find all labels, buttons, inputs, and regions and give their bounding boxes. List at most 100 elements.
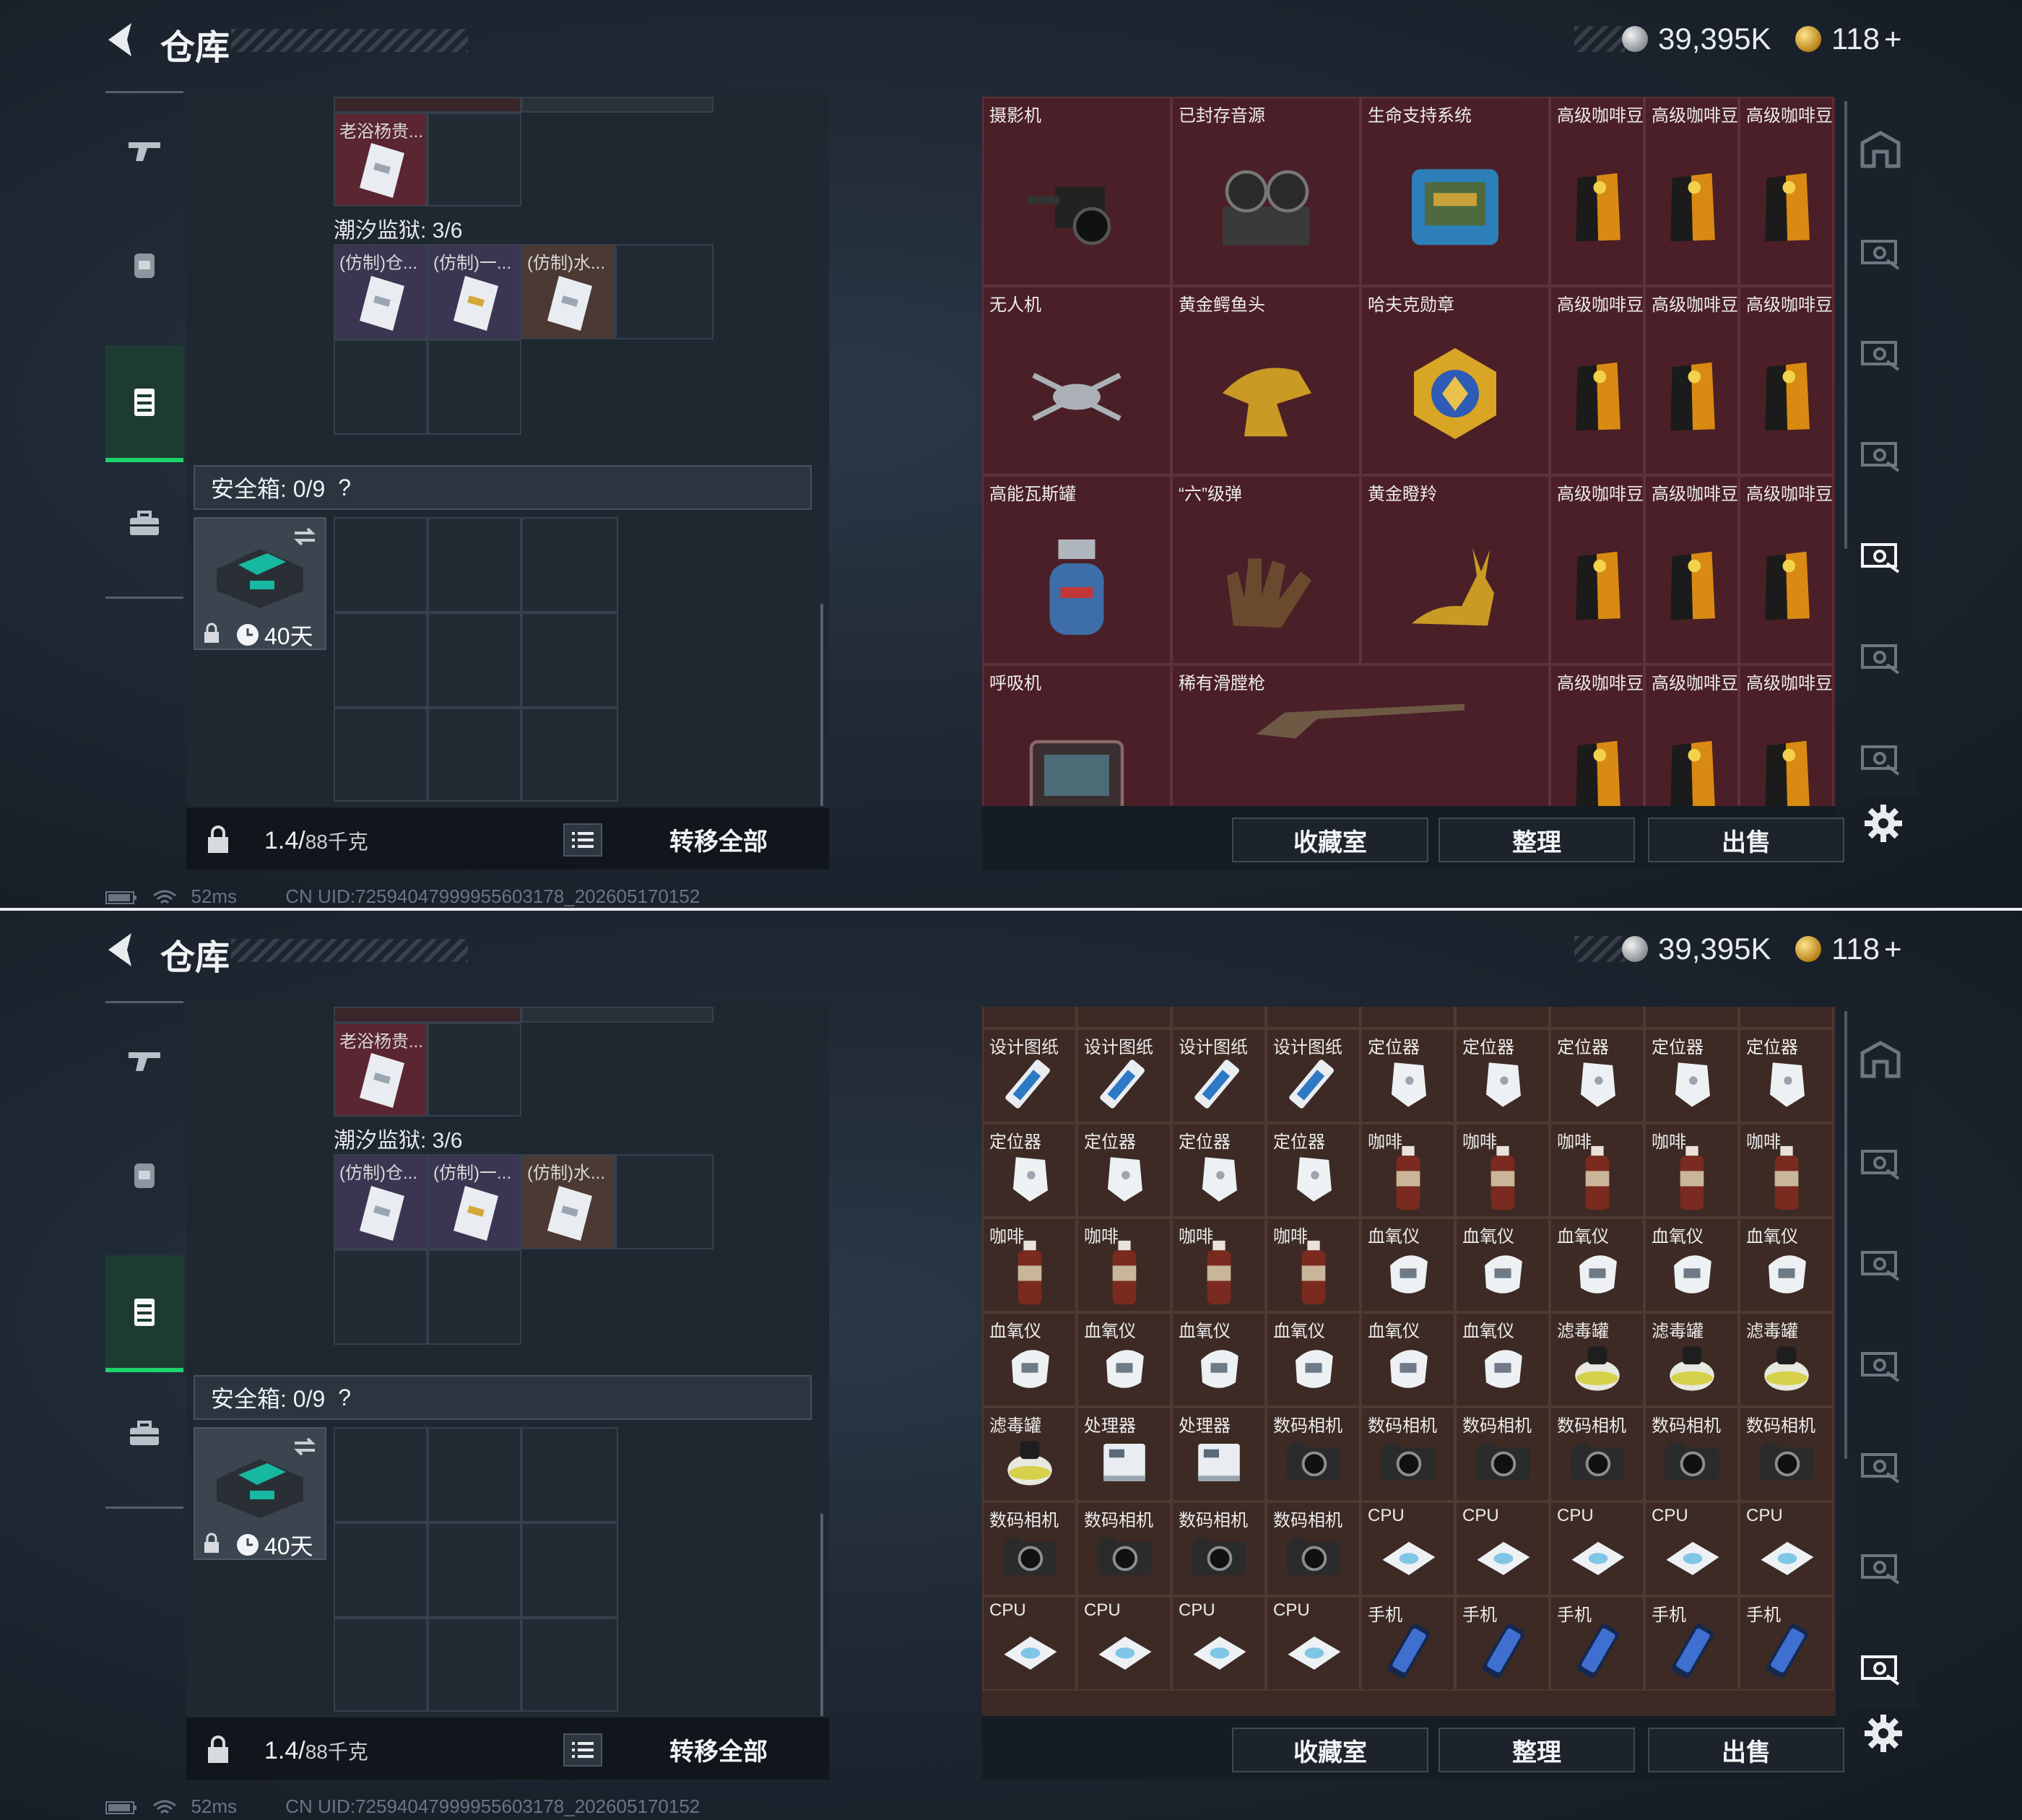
stash-item-slot[interactable]: 血氧仪: [1171, 1312, 1266, 1407]
stash-item-slot[interactable]: 血氧仪: [1550, 1218, 1644, 1312]
stash-item-slot[interactable]: CPU: [1550, 1502, 1644, 1596]
stash-item-slot[interactable]: 滤毒罐: [982, 1407, 1077, 1502]
stash-item-slot[interactable]: 高级咖啡豆: [1644, 97, 1739, 286]
stash-item-slot[interactable]: 高能瓦斯罐: [982, 475, 1171, 664]
empty-slot[interactable]: [428, 339, 521, 435]
empty-slot[interactable]: [428, 517, 521, 612]
tab-case[interactable]: [105, 469, 183, 578]
gold-currency[interactable]: 118 +: [1795, 929, 1902, 969]
stash-item-slot[interactable]: 高级咖啡豆: [1550, 286, 1644, 475]
transfer-all-button[interactable]: 转移全部: [621, 1726, 816, 1772]
stash-item-slot[interactable]: [982, 1007, 1077, 1028]
stash-scrollbar[interactable]: [1844, 101, 1847, 549]
stash-page-tab[interactable]: [1857, 1239, 1904, 1286]
empty-slot[interactable]: [334, 517, 428, 612]
stash-item-slot[interactable]: 咖啡: [982, 1218, 1077, 1312]
stash-item-slot[interactable]: 高级咖啡豆: [1644, 664, 1739, 806]
empty-slot[interactable]: [521, 517, 618, 612]
stash-page-tab[interactable]: [1857, 532, 1904, 578]
stash-item-slot[interactable]: 设计图纸: [982, 1028, 1077, 1123]
stash-item-slot[interactable]: 数码相机: [1266, 1502, 1361, 1596]
stash-item-slot[interactable]: 滤毒罐: [1550, 1312, 1644, 1407]
stash-item-slot[interactable]: 血氧仪: [982, 1312, 1077, 1407]
stash-item-slot[interactable]: 处理器: [1171, 1407, 1266, 1502]
stash-item-slot[interactable]: 滤毒罐: [1739, 1312, 1834, 1407]
stash-item-slot[interactable]: [1361, 1007, 1455, 1028]
stash-item-slot[interactable]: 手机: [1739, 1596, 1834, 1691]
item-slot[interactable]: (仿制)水...: [521, 244, 615, 339]
stash-page-tab[interactable]: [1857, 1644, 1904, 1690]
stash-item-slot[interactable]: 血氧仪: [1455, 1218, 1550, 1312]
tab-container[interactable]: [105, 345, 183, 462]
stash-item-slot[interactable]: 定位器: [1077, 1123, 1171, 1218]
stash-item-slot[interactable]: 已封存音源: [1171, 97, 1361, 286]
stash-scrollbar[interactable]: [1844, 1011, 1847, 1459]
empty-slot[interactable]: [428, 1427, 521, 1522]
stash-item-slot[interactable]: 咖啡: [1266, 1218, 1361, 1312]
stash-item-slot[interactable]: 数码相机: [1455, 1407, 1550, 1502]
stash-item-slot[interactable]: 定位器: [1266, 1123, 1361, 1218]
sell-button[interactable]: 出售: [1648, 818, 1844, 862]
empty-slot[interactable]: [428, 1618, 521, 1712]
stash-item-slot[interactable]: 咖啡: [1739, 1123, 1834, 1218]
stash-item-slot[interactable]: [1266, 1007, 1361, 1028]
stash-item-slot[interactable]: 定位器: [1739, 1028, 1834, 1123]
empty-slot[interactable]: [334, 708, 428, 802]
stash-item-slot[interactable]: 血氧仪: [1644, 1218, 1739, 1312]
swap-icon[interactable]: [290, 1434, 319, 1459]
stash-item-slot[interactable]: 咖啡: [1550, 1123, 1644, 1218]
empty-slot[interactable]: [334, 1249, 428, 1345]
stash-item-slot[interactable]: 定位器: [1455, 1028, 1550, 1123]
sell-button[interactable]: 出售: [1648, 1728, 1844, 1772]
empty-slot[interactable]: [428, 1522, 521, 1618]
stash-item-slot[interactable]: 数码相机: [1644, 1407, 1739, 1502]
stash-item-slot[interactable]: 血氧仪: [1266, 1312, 1361, 1407]
stash-item-slot[interactable]: 血氧仪: [1361, 1218, 1455, 1312]
stash-item-slot[interactable]: 稀有滑膛枪: [1171, 664, 1550, 806]
stash-item-slot[interactable]: 手机: [1361, 1596, 1455, 1691]
stash-item-slot[interactable]: [1077, 1007, 1171, 1028]
secure-case-tile[interactable]: 40天: [194, 517, 326, 650]
empty-slot[interactable]: [334, 612, 428, 708]
stash-item-slot[interactable]: 定位器: [1550, 1028, 1644, 1123]
stash-item-slot[interactable]: 数码相机: [1077, 1502, 1171, 1596]
sort-button[interactable]: 整理: [1439, 818, 1635, 862]
collection-button[interactable]: 收藏室: [1232, 818, 1428, 862]
stash-item-slot[interactable]: 手机: [1644, 1596, 1739, 1691]
stash-item-slot[interactable]: [1644, 1007, 1739, 1028]
stash-item-slot[interactable]: 定位器: [982, 1123, 1077, 1218]
sort-button[interactable]: 整理: [1439, 1728, 1635, 1772]
stash-page-tab[interactable]: [1857, 1340, 1904, 1387]
stash-page-tab[interactable]: [1857, 734, 1904, 780]
stash-item-slot[interactable]: 高级咖啡豆: [1550, 97, 1644, 286]
stash-item-slot[interactable]: 定位器: [1644, 1028, 1739, 1123]
empty-slot[interactable]: [615, 1154, 713, 1249]
stash-item-slot[interactable]: 设计图纸: [1077, 1028, 1171, 1123]
stash-item-slot[interactable]: 高级咖啡豆: [1739, 97, 1834, 286]
stash-item-slot[interactable]: 设计图纸: [1171, 1028, 1266, 1123]
stash-item-slot[interactable]: 处理器: [1077, 1407, 1171, 1502]
empty-slot[interactable]: [521, 1522, 618, 1618]
stash-item-slot[interactable]: [1739, 1007, 1834, 1028]
item-slot[interactable]: (仿制)一...: [428, 1154, 521, 1249]
stash-item-slot[interactable]: 咖啡: [1455, 1123, 1550, 1218]
container-scrollbar[interactable]: [820, 604, 823, 806]
stash-item-slot[interactable]: 咖啡: [1077, 1218, 1171, 1312]
stash-item-slot[interactable]: 数码相机: [1171, 1502, 1266, 1596]
stash-item-slot[interactable]: 摄影机: [982, 97, 1171, 286]
stash-item-slot[interactable]: 血氧仪: [1077, 1312, 1171, 1407]
stash-item-slot[interactable]: 设计图纸: [1266, 1028, 1361, 1123]
secure-case-tile[interactable]: 40天: [194, 1427, 326, 1560]
stash-item-slot[interactable]: CPU: [1644, 1502, 1739, 1596]
stash-item-slot[interactable]: 咖啡: [1171, 1218, 1266, 1312]
tab-backpack[interactable]: [105, 211, 183, 319]
tab-container[interactable]: [105, 1255, 183, 1372]
item-slot[interactable]: (仿制)仓...: [334, 244, 428, 339]
tab-backpack[interactable]: [105, 1121, 183, 1229]
empty-slot[interactable]: [428, 708, 521, 802]
item-slot[interactable]: 老浴杨贵...: [334, 113, 428, 207]
stash-item-slot[interactable]: 高级咖啡豆: [1550, 664, 1644, 806]
stash-item-slot[interactable]: 手机: [1550, 1596, 1644, 1691]
tab-case[interactable]: [105, 1379, 183, 1488]
help-icon[interactable]: ?: [338, 1384, 351, 1411]
